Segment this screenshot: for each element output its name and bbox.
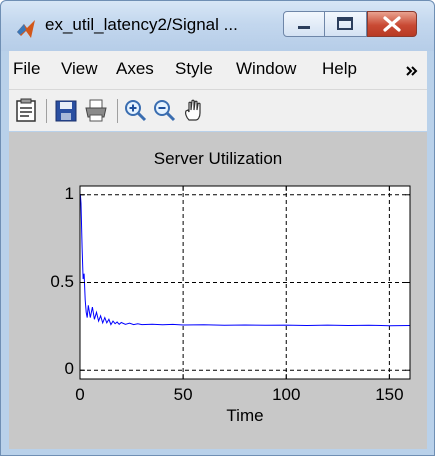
matlab-icon [17,20,35,38]
y-tick-label: 1 [64,183,74,203]
parameters-icon[interactable] [13,98,39,124]
menu-style[interactable]: Style [175,59,213,79]
figure-area: Server Utilization 0 50 100 150 0 0.5 1 … [9,132,427,449]
maximize-icon [337,17,353,30]
close-icon [383,16,401,32]
chevron-right-icon[interactable] [404,64,420,78]
x-tick-label: 100 [272,385,301,404]
x-tick-label: 150 [375,385,404,404]
menu-help[interactable]: Help [322,59,357,79]
pan-hand-icon[interactable] [181,98,207,124]
menu-file[interactable]: File [13,59,40,79]
menu-axes[interactable]: Axes [116,59,154,79]
print-icon[interactable] [83,98,109,124]
maximize-button[interactable] [325,11,367,37]
x-tick-label: 50 [173,385,193,404]
save-icon[interactable] [53,98,79,124]
zoom-in-icon[interactable] [123,98,149,124]
menu-view[interactable]: View [61,59,98,79]
title-bar[interactable]: ex_util_latency2/Signal ... [1,1,434,51]
window-title: ex_util_latency2/Signal ... [45,15,238,34]
toolbar-separator [117,99,118,123]
toolbar [9,90,427,131]
y-tick-label: 0.5 [50,271,74,291]
y-tick-label: 0 [64,359,74,379]
minimize-button[interactable] [283,11,325,37]
zoom-out-icon[interactable] [152,98,178,124]
close-button[interactable] [367,11,417,37]
x-axis-label: Time [226,406,264,425]
minimize-icon [298,26,310,29]
menu-bar: File View Axes Style Window Help [9,51,427,90]
toolbar-separator [46,99,47,123]
x-tick-label: 0 [75,385,85,404]
menu-window[interactable]: Window [236,59,296,79]
scope-window: ex_util_latency2/Signal ... File View Ax… [0,0,435,456]
